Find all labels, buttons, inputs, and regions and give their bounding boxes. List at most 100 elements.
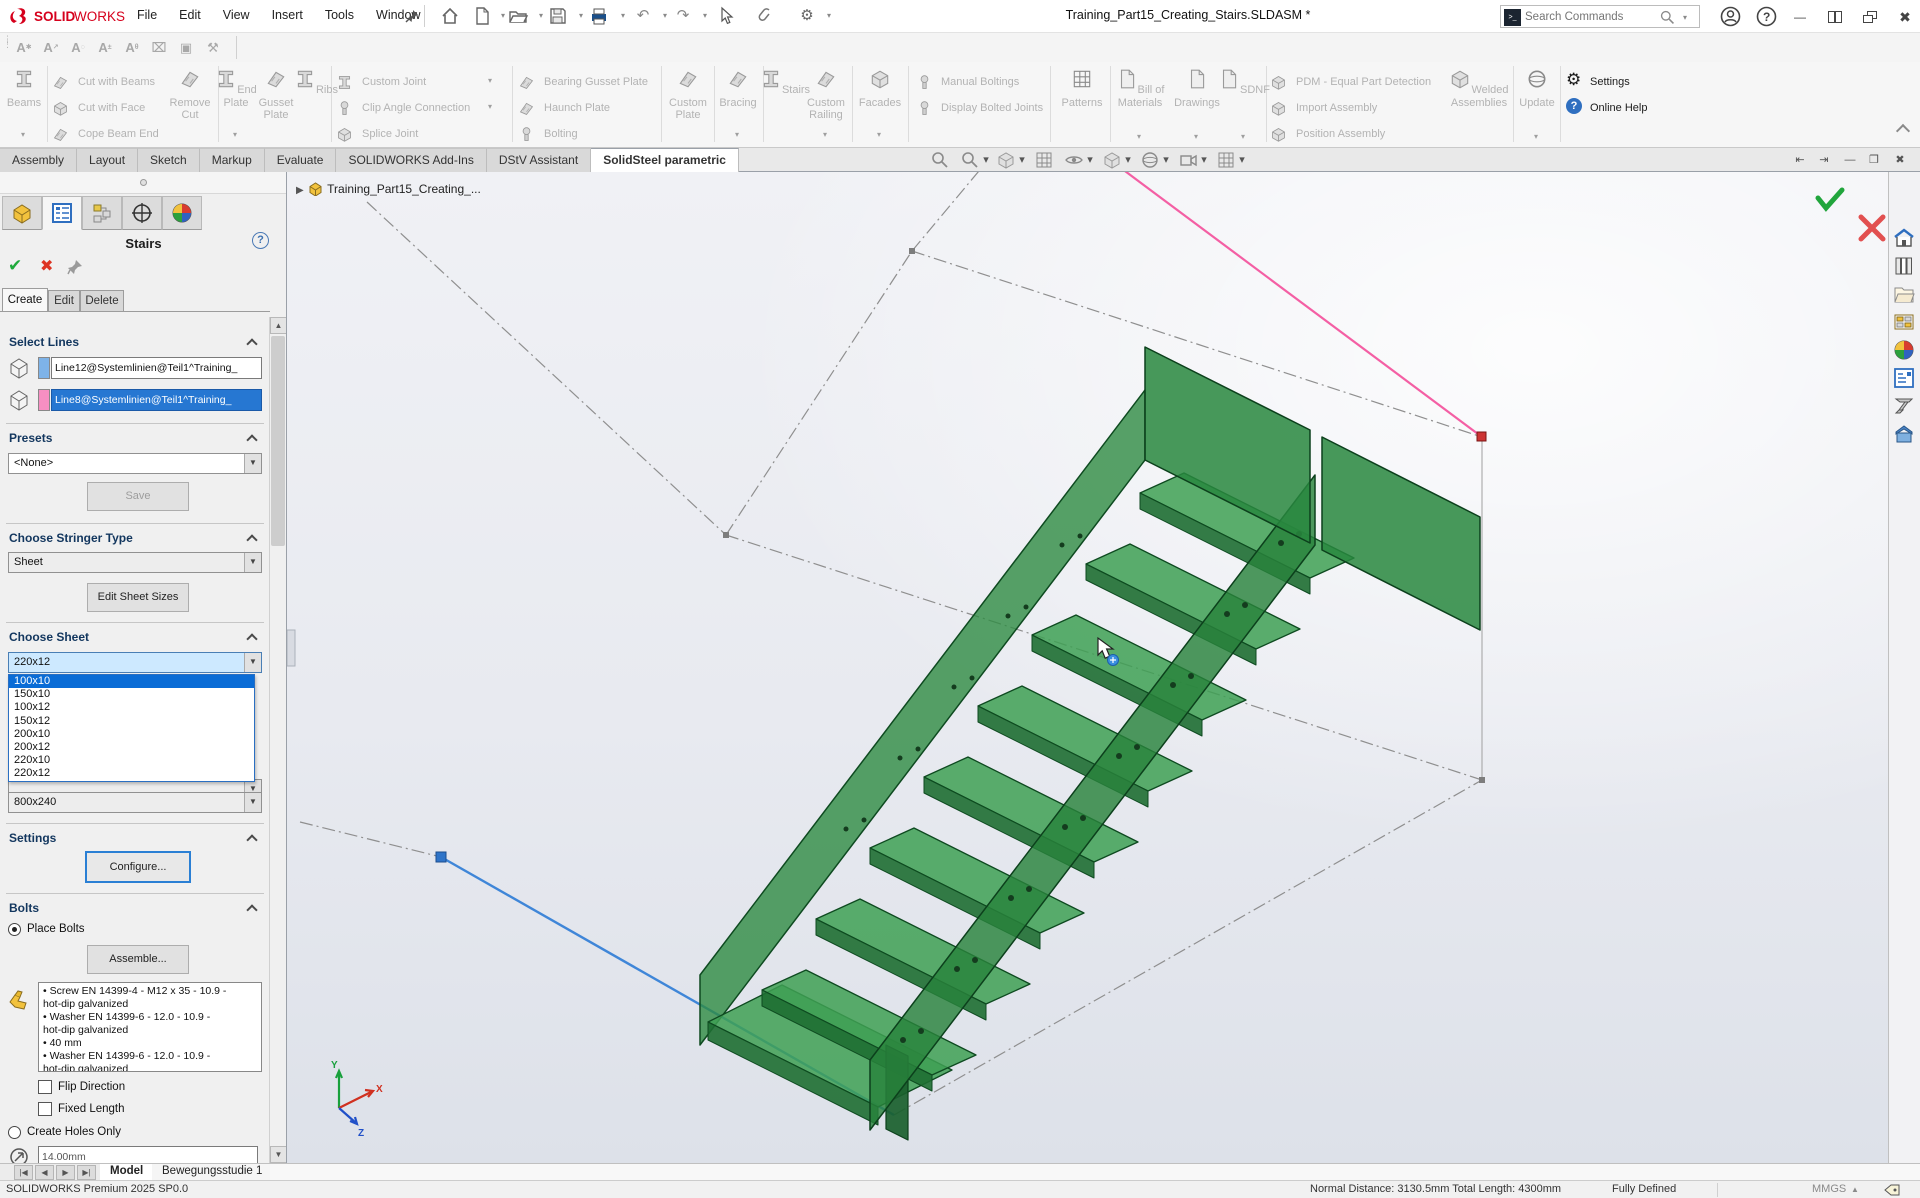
display-style-icon[interactable]: [1102, 150, 1122, 170]
update-button[interactable]: Update: [1514, 68, 1560, 109]
section-view-icon[interactable]: [996, 150, 1016, 170]
datum-feature-icon[interactable]: ▣: [174, 36, 198, 59]
breadcrumb-expand-arrow[interactable]: ▶: [296, 185, 304, 196]
geometric-tolerance-icon[interactable]: ⌧: [147, 36, 171, 59]
cut-with-beams-button[interactable]: Cut with Beams: [78, 76, 155, 88]
close-window-button[interactable]: ✖: [1892, 7, 1918, 27]
undo-icon[interactable]: ↶: [632, 6, 654, 26]
sdnf-button[interactable]: SDNF: [1216, 68, 1272, 97]
pm-scrollbar[interactable]: ▲ ▼: [269, 317, 286, 1163]
graphics-viewport[interactable]: Y X Z ▶ Training_Part15_Creating_...: [287, 172, 1888, 1163]
display-style-caret[interactable]: ▾: [1122, 151, 1134, 169]
view-orientation-caret[interactable]: ▾: [1198, 151, 1210, 169]
bill-of-materials-button[interactable]: Bill of Materials: [1112, 68, 1168, 109]
help-icon[interactable]: ?: [1756, 6, 1777, 27]
beams-button[interactable]: Beams: [0, 68, 52, 109]
tag-icon[interactable]: [1884, 1183, 1900, 1197]
ribbon-tab[interactable]: Assembly: [0, 148, 77, 172]
attach-icon[interactable]: [756, 6, 778, 26]
pdm-button[interactable]: PDM - Equal Part Detection: [1296, 76, 1431, 88]
sdnf-caret[interactable]: ▾: [1241, 132, 1245, 141]
sheet-size-option[interactable]: 100x10: [9, 675, 254, 688]
configure-button[interactable]: Configure...: [85, 851, 191, 883]
beams-caret[interactable]: ▾: [21, 130, 25, 139]
sheet-size-option[interactable]: 220x12: [9, 767, 254, 780]
options-caret[interactable]: ▾: [818, 6, 840, 26]
pin-icon[interactable]: [404, 8, 420, 24]
menu-item[interactable]: View: [212, 0, 261, 33]
bolting-button[interactable]: Bolting: [544, 128, 578, 140]
tab-delete[interactable]: Delete: [80, 290, 124, 312]
patterns-button[interactable]: Patterns: [1054, 68, 1110, 109]
scroll-up-arrow[interactable]: ▲: [270, 317, 287, 334]
search-caret[interactable]: ▾: [1683, 13, 1687, 22]
hide-show-icon[interactable]: [1064, 150, 1084, 170]
taskpane-toolbox-tab[interactable]: [1892, 422, 1918, 448]
taskpane-appearances-tab[interactable]: [1892, 338, 1918, 364]
bolt-stack-list[interactable]: • Screw EN 14399-4 - M12 x 35 - 10.9 -ho…: [38, 982, 262, 1072]
custom-railing-caret[interactable]: ▾: [823, 130, 827, 139]
pm-help-icon[interactable]: ?: [252, 232, 269, 249]
zoom-area-icon[interactable]: [960, 150, 980, 170]
assemble-button[interactable]: Assemble...: [87, 945, 189, 974]
drawings-caret[interactable]: ▾: [1194, 132, 1198, 141]
taskpane-file-explorer-tab[interactable]: [1892, 282, 1918, 308]
ribbon-tab[interactable]: Layout: [77, 148, 138, 172]
sheet-size-option[interactable]: 100x12: [9, 701, 254, 714]
tab-display-manager[interactable]: [162, 196, 202, 230]
tab-dimxpert-manager[interactable]: [122, 196, 162, 230]
welded-assemblies-button[interactable]: Welded Assemblies: [1448, 68, 1510, 109]
taskpane-custom-properties-tab[interactable]: [1892, 366, 1918, 392]
end-plate-caret[interactable]: ▾: [233, 130, 237, 139]
stringer-type-header[interactable]: Choose Stringer Type: [9, 531, 133, 545]
ribbon-tab[interactable]: Evaluate: [265, 148, 337, 172]
stringer-dropdown-caret[interactable]: ▼: [244, 553, 261, 572]
bom-caret[interactable]: ▾: [1137, 132, 1141, 141]
splice-joint-button[interactable]: Splice Joint: [362, 128, 418, 140]
appearance-icon[interactable]: [1140, 150, 1160, 170]
facades-caret[interactable]: ▾: [877, 130, 881, 139]
viewport-canvas[interactable]: Y X Z: [287, 172, 1888, 1163]
tab-feature-manager[interactable]: [2, 196, 42, 230]
split-window-button[interactable]: [1822, 7, 1848, 27]
stringer-type-dropdown[interactable]: Sheet▼: [8, 552, 262, 573]
smart-dimension-icon[interactable]: A✱: [12, 36, 36, 59]
zoom-caret[interactable]: ▾: [980, 151, 992, 169]
last-tab-button[interactable]: ▶|: [77, 1165, 96, 1180]
minimize-window-button[interactable]: —: [1787, 7, 1813, 27]
user-account-icon[interactable]: [1720, 6, 1741, 27]
tab-configuration-manager[interactable]: [82, 196, 122, 230]
display-bolted-button[interactable]: Display Bolted Joints: [941, 102, 1043, 114]
presets-header[interactable]: Presets: [9, 431, 52, 445]
scene-icon[interactable]: [1216, 150, 1236, 170]
settings-gear-icon[interactable]: ⚙: [1566, 70, 1581, 90]
stringer-collapse-chevron[interactable]: [246, 534, 257, 545]
balloon-icon[interactable]: A◌: [66, 36, 90, 59]
save-icon[interactable]: [548, 6, 570, 26]
print-icon[interactable]: [588, 6, 610, 26]
pane-restore-button[interactable]: ❐: [1863, 151, 1885, 169]
pane-previous-button[interactable]: ⇤: [1789, 151, 1811, 169]
presets-collapse-chevron[interactable]: [246, 434, 257, 445]
ribbon-tab[interactable]: Markup: [200, 148, 265, 172]
tab-property-manager[interactable]: [42, 196, 82, 230]
create-holes-only-radio[interactable]: [8, 1126, 21, 1139]
red-endpoint-handle[interactable]: [1477, 432, 1486, 441]
manual-boltings-button[interactable]: Manual Boltings: [941, 76, 1019, 88]
bolts-header[interactable]: Bolts: [9, 901, 39, 915]
sheet-size-combobox[interactable]: 220x12▼: [8, 652, 262, 673]
cancel-button[interactable]: ✖: [40, 256, 53, 276]
sheet-combobox-caret[interactable]: ▼: [244, 653, 261, 672]
taskpane-steel-profiles-tab[interactable]: [1892, 394, 1918, 420]
print-caret[interactable]: ▾: [612, 6, 634, 26]
import-assembly-button[interactable]: Import Assembly: [1296, 102, 1377, 114]
haunch-plate-button[interactable]: Haunch Plate: [544, 102, 610, 114]
units-caret[interactable]: ▲: [1851, 1185, 1859, 1194]
bolts-collapse-chevron[interactable]: [246, 904, 257, 915]
sheet-size-option[interactable]: 200x10: [9, 728, 254, 741]
cope-beam-end-button[interactable]: Cope Beam End: [78, 128, 159, 140]
view-orientation-icon[interactable]: [1178, 150, 1198, 170]
sheet-size-option[interactable]: 220x10: [9, 754, 254, 767]
motion-study-tab[interactable]: Bewegungsstudie 1: [152, 1164, 273, 1181]
pane-minimize-button[interactable]: —: [1839, 151, 1861, 169]
